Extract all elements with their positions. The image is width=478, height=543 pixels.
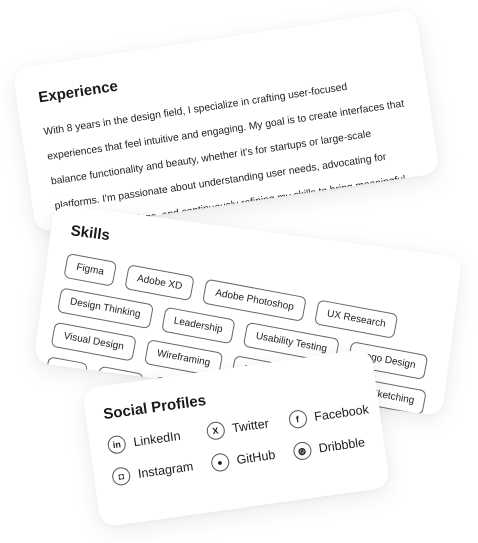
- dribbble-icon: ◍: [291, 440, 313, 462]
- social-link-twitter[interactable]: X Twitter: [205, 414, 272, 441]
- social-link-github[interactable]: ● GitHub: [209, 446, 277, 473]
- social-profiles-card: Social Profiles in LinkedIn X Twitter f Faceb…: [81, 348, 391, 528]
- social-label: Dribbble: [317, 435, 366, 456]
- instagram-icon: ◘: [111, 466, 132, 487]
- facebook-icon: f: [287, 409, 308, 430]
- x-icon: X: [205, 420, 226, 441]
- social-label: Twitter: [231, 416, 270, 436]
- social-label: GitHub: [235, 447, 277, 468]
- social-link-instagram[interactable]: ◘ Instagram: [111, 457, 195, 487]
- skill-chip: Leadership: [160, 306, 236, 345]
- social-link-linkedin[interactable]: in LinkedIn: [106, 426, 190, 455]
- social-link-facebook[interactable]: f Facebook: [287, 400, 370, 430]
- social-link-dribbble[interactable]: ◍ Dribbble: [291, 432, 375, 462]
- skill-chip: Visual Design: [50, 321, 137, 362]
- experience-card: Experience With 8 years in the design fi…: [11, 8, 441, 234]
- social-label: Instagram: [137, 459, 195, 481]
- github-icon: ●: [209, 452, 231, 473]
- skill-chip: Des: [44, 356, 88, 389]
- social-label: Facebook: [313, 402, 370, 424]
- skill-chip: Adobe Photoshop: [202, 278, 307, 322]
- skill-chip: Adobe XD: [124, 264, 196, 302]
- social-label: LinkedIn: [132, 428, 182, 450]
- skill-chip: UX Research: [313, 299, 399, 339]
- skill-chip: Design Thinking: [56, 287, 154, 330]
- linkedin-icon: in: [106, 434, 127, 455]
- skill-chip: Figma: [63, 253, 117, 287]
